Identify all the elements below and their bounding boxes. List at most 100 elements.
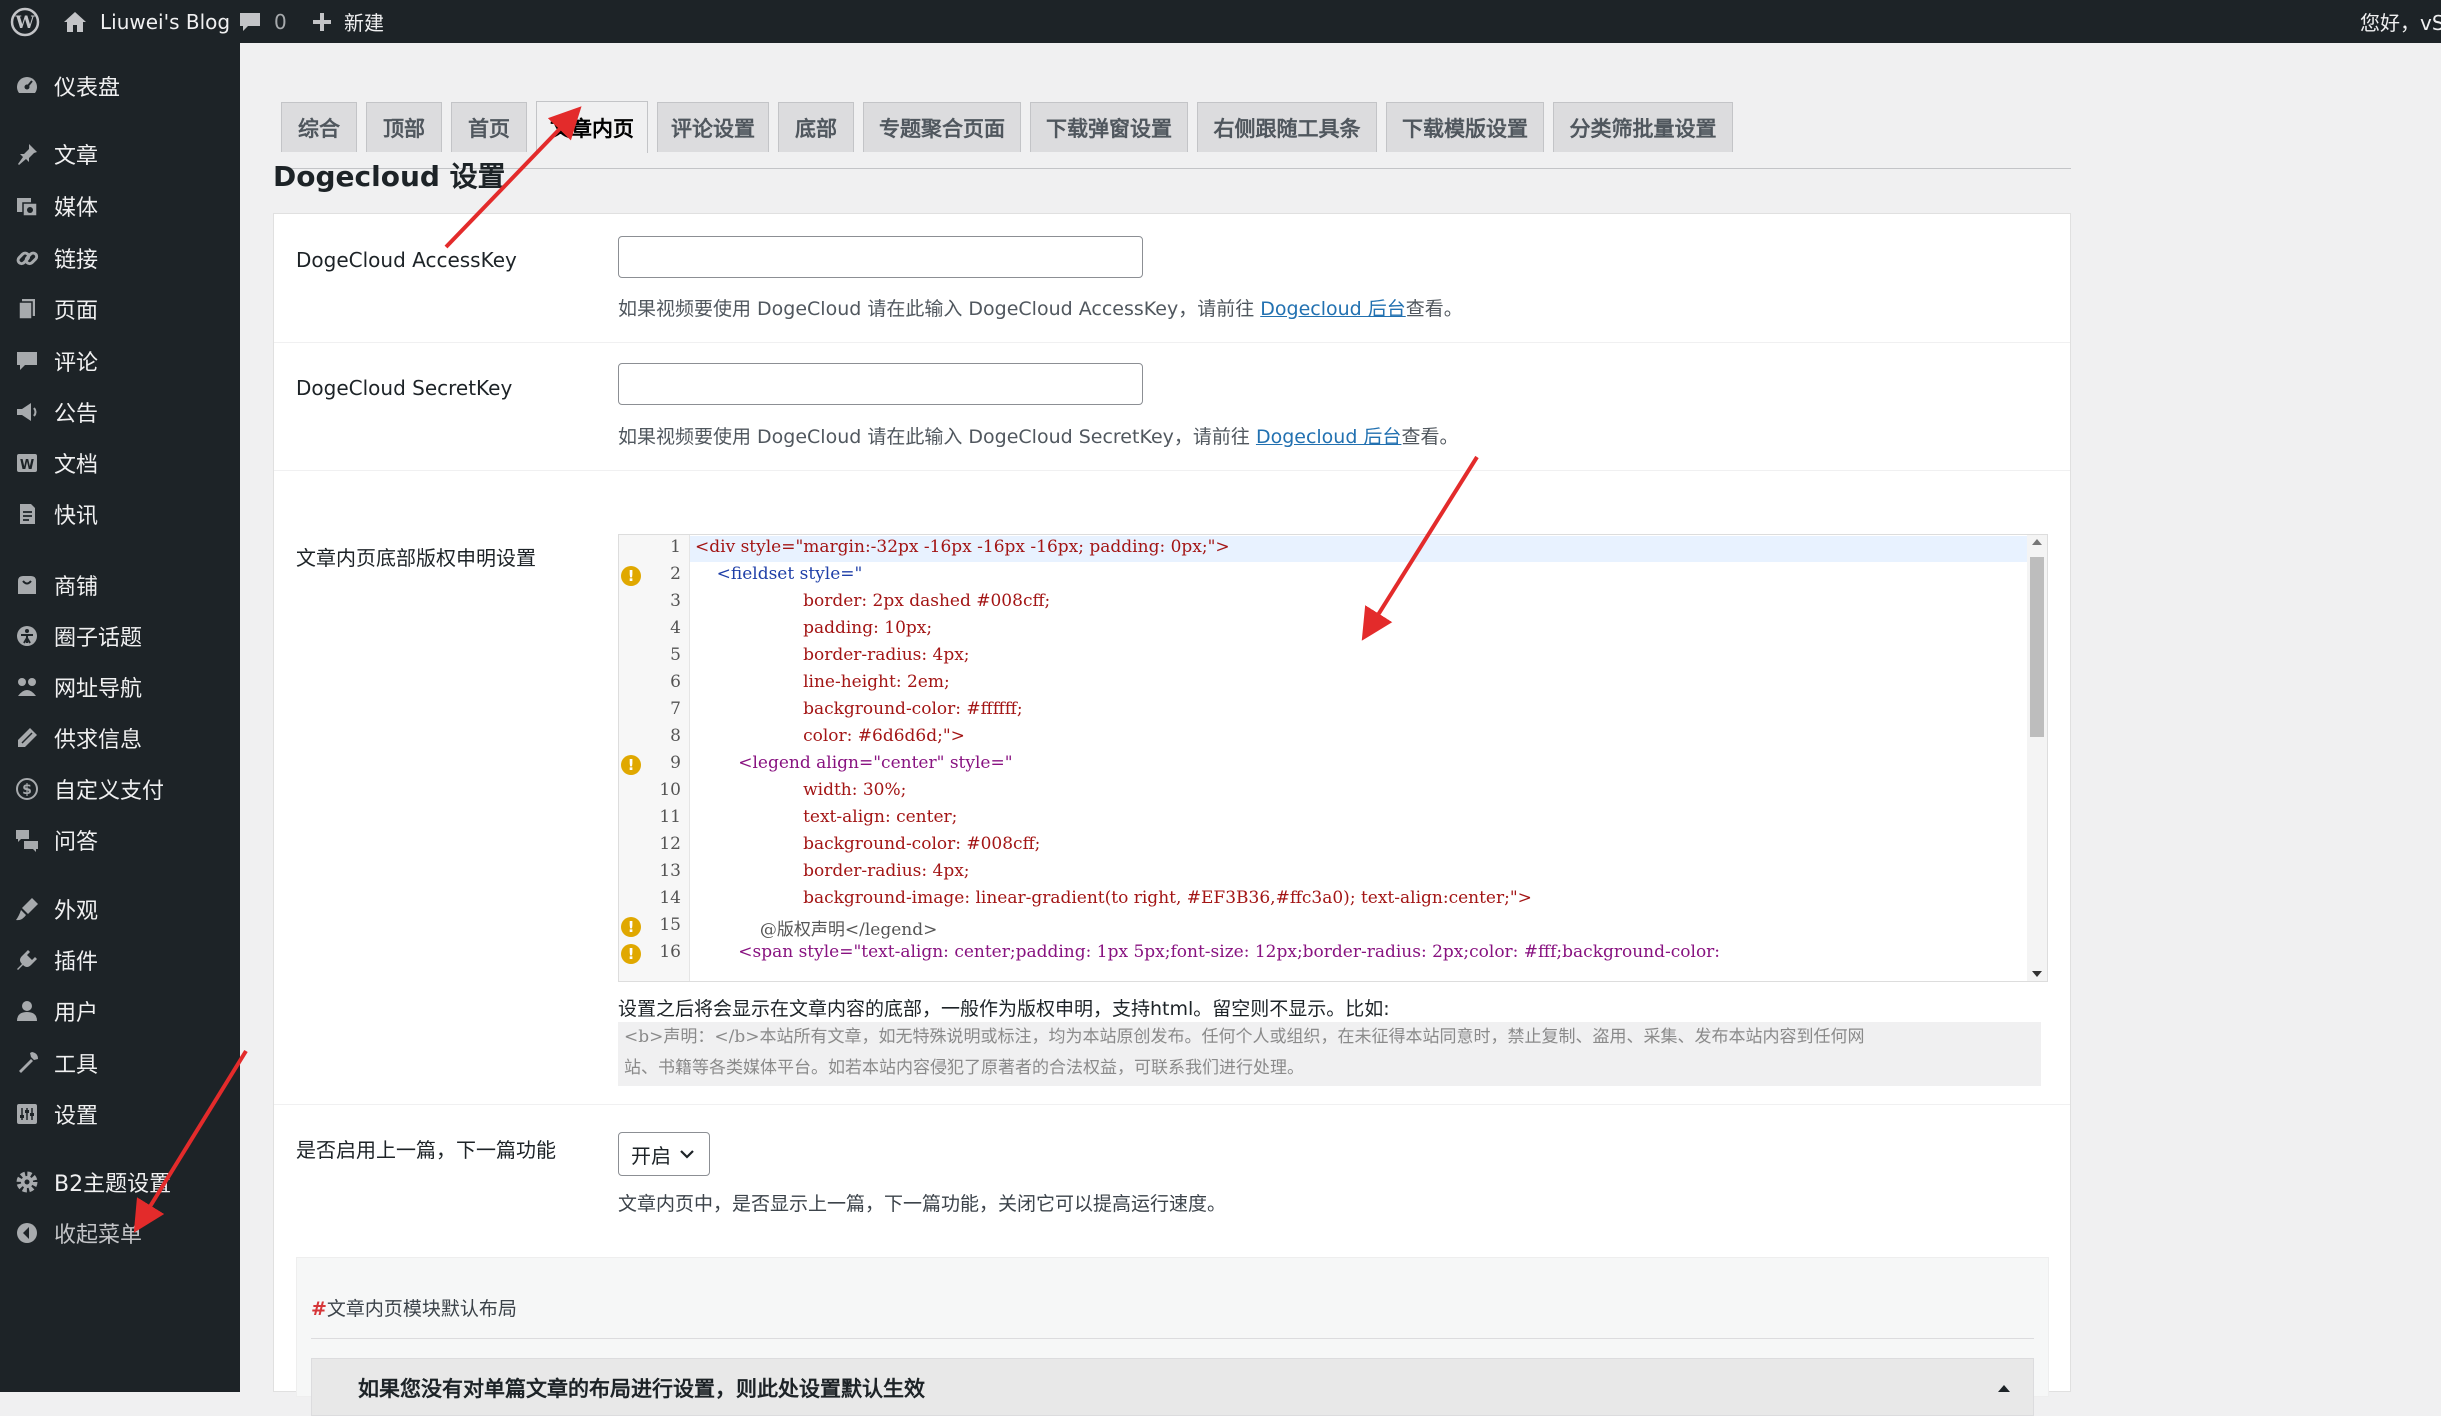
module-divider [311, 1338, 2034, 1339]
module-layout-title: #文章内页模块默认布局 [311, 1294, 517, 1321]
prev-next-label: 是否启用上一篇，下一篇功能 [296, 1138, 556, 1162]
sidebar-item-label: 问答 [54, 830, 99, 855]
warning-icon[interactable]: ! [621, 566, 641, 586]
sidebar-item-dashboard[interactable]: 仪表盘 [0, 64, 240, 108]
wrench-icon [19, 1052, 38, 1073]
line-number: 8 [670, 726, 681, 746]
sidebar-collapse-menu[interactable]: 收起菜单 [0, 1211, 240, 1255]
module-accordion-header[interactable]: 如果您没有对单篇文章的布局进行设置，则此处设置默认生效 [311, 1358, 2034, 1416]
sidebar-item-posts[interactable]: 文章 [0, 132, 240, 176]
sidebar-item-qa[interactable]: 问答 [0, 818, 240, 862]
tab-article-page[interactable]: 文章内页 [536, 101, 648, 153]
prev-next-select[interactable]: 开启 [618, 1132, 710, 1176]
secret-key-label: DogeCloud SecretKey [296, 376, 513, 400]
site-name: Liuwei's Blog [100, 9, 231, 34]
secret-key-input[interactable] [618, 363, 1143, 405]
dogecloud-backend-link[interactable]: Dogecloud 后台 [1256, 426, 1402, 448]
scroll-thumb[interactable] [2030, 557, 2044, 737]
code-line: <fieldset style=" [695, 564, 863, 584]
admin-bar: W Liuwei's Blog 0 新建 您好，vS [0, 0, 2441, 43]
sidebar-item-announcements[interactable]: 公告 [0, 390, 240, 434]
gear-icon [16, 1171, 38, 1193]
line-number: 9 [670, 753, 681, 773]
tab-download-popup[interactable]: 下载弹窗设置 [1030, 102, 1188, 152]
sidebar-item-label: 工具 [54, 1053, 99, 1078]
code-line: background-color: #008cff; [695, 834, 1041, 854]
comment-bubble-icon [240, 12, 260, 31]
dogecloud-backend-link[interactable]: Dogecloud 后台 [1260, 298, 1406, 320]
copyright-description: 设置之后将会显示在文章内容的底部，一般作为版权申明，支持html。留空则不显示。… [618, 998, 1390, 1020]
warning-icon[interactable]: ! [621, 755, 641, 775]
sample-line: 站、书籍等各类媒体平台。如若本站内容侵犯了原著者的合法权益，可联系我们进行处理。 [624, 1058, 1304, 1078]
tab-download-template[interactable]: 下载模版设置 [1386, 102, 1544, 152]
sidebar-item-comments[interactable]: 评论 [0, 339, 240, 383]
sidebar-item-settings[interactable]: 设置 [0, 1092, 240, 1136]
sidebar-item-circle-topics[interactable]: 圈子话题 [0, 614, 240, 658]
tab-comment-settings[interactable]: 评论设置 [657, 102, 769, 152]
sidebar-item-tools[interactable]: 工具 [0, 1041, 240, 1085]
line-number: 4 [670, 618, 681, 638]
store-icon [18, 576, 36, 594]
code-line: background-color: #ffffff; [695, 699, 1023, 719]
line-number: 6 [670, 672, 681, 692]
code-line: <div style="margin:-32px -16px -16px -16… [695, 537, 1230, 557]
sidebar-item-label: 快讯 [54, 504, 99, 529]
sidebar-item-b2-theme-settings[interactable]: B2主题设置 [0, 1160, 240, 1204]
sidebar-item-documents[interactable]: W 文档 [0, 441, 240, 485]
sidebar-item-users[interactable]: 用户 [0, 989, 240, 1033]
line-number: 16 [659, 942, 681, 962]
sidebar-item-pages[interactable]: 页面 [0, 287, 240, 331]
pushpin-icon [18, 144, 37, 165]
line-number: 10 [659, 780, 681, 800]
code-line: padding: 10px; [695, 618, 933, 638]
new-label: 新建 [344, 11, 384, 35]
admin-sidebar: 仪表盘 文章 媒体 链接 页面 评论 公告 W 文档 快讯 商铺 圈子话题 网址… [0, 43, 240, 1392]
tab-footer[interactable]: 底部 [778, 102, 854, 152]
code-line: width: 30%; [695, 780, 907, 800]
module-title-text: 文章内页模块默认布局 [326, 1298, 517, 1320]
new-content-link[interactable]: 新建 [312, 0, 384, 43]
appearance-icon [16, 898, 38, 921]
copyright-code-editor[interactable]: 1 2 3 4 5 6 7 8 9 10 11 12 13 14 15 16 !… [618, 534, 2048, 982]
sidebar-item-site-navigation[interactable]: 网址导航 [0, 665, 240, 709]
warning-icon[interactable]: ! [621, 917, 641, 937]
site-name-link[interactable]: Liuwei's Blog [62, 0, 230, 43]
hash-mark: # [311, 1298, 327, 1320]
sidebar-item-media[interactable]: 媒体 [0, 184, 240, 228]
row-divider [274, 342, 2070, 343]
tab-category-filter-batch[interactable]: 分类筛批量设置 [1553, 102, 1733, 152]
page-title: Dogecloud 设置 [273, 160, 506, 193]
sidebar-item-news[interactable]: 快讯 [0, 492, 240, 536]
module-header-text: 如果您没有对单篇文章的布局进行设置，则此处设置默认生效 [358, 1377, 925, 1401]
line-number: 14 [659, 888, 681, 908]
scroll-down-icon[interactable] [2032, 971, 2042, 977]
comments-count: 0 [274, 9, 287, 34]
home-icon [64, 11, 86, 32]
sidebar-item-custom-payment[interactable]: $ 自定义支付 [0, 767, 240, 811]
tab-general[interactable]: 综合 [281, 102, 357, 152]
sample-line: <b>声明：</b>本站所有文章，如无特殊说明或标注，均为本站原创发布。任何个人… [624, 1027, 1865, 1047]
access-key-input[interactable] [618, 236, 1143, 278]
chevron-down-icon [680, 1150, 694, 1159]
scroll-up-icon[interactable] [2032, 539, 2042, 545]
tab-homepage[interactable]: 首页 [451, 102, 527, 152]
media-icon [17, 198, 38, 217]
svg-text:W: W [14, 13, 35, 33]
sidebar-item-links[interactable]: 链接 [0, 236, 240, 280]
warning-icon[interactable]: ! [621, 944, 641, 964]
comments-link[interactable]: 0 [238, 0, 287, 43]
copyright-label: 文章内页底部版权申明设置 [296, 546, 536, 570]
sidebar-item-label: 用户 [54, 1001, 99, 1026]
desc-text: 查看。 [1401, 426, 1459, 448]
tab-header[interactable]: 顶部 [366, 102, 442, 152]
sidebar-item-plugins[interactable]: 插件 [0, 938, 240, 982]
sidebar-item-supply-demand[interactable]: 供求信息 [0, 716, 240, 760]
sidebar-item-store[interactable]: 商铺 [0, 563, 240, 607]
editor-scrollbar[interactable] [2027, 535, 2047, 981]
sidebar-item-appearance[interactable]: 外观 [0, 887, 240, 931]
tab-topic-aggregation[interactable]: 专题聚合页面 [863, 102, 1021, 152]
account-greeting[interactable]: 您好，vS [2360, 0, 2441, 43]
line-number: 11 [659, 807, 681, 827]
tab-right-toolbar[interactable]: 右侧跟随工具条 [1197, 102, 1377, 152]
wordpress-logo-icon[interactable]: W [10, 0, 40, 43]
